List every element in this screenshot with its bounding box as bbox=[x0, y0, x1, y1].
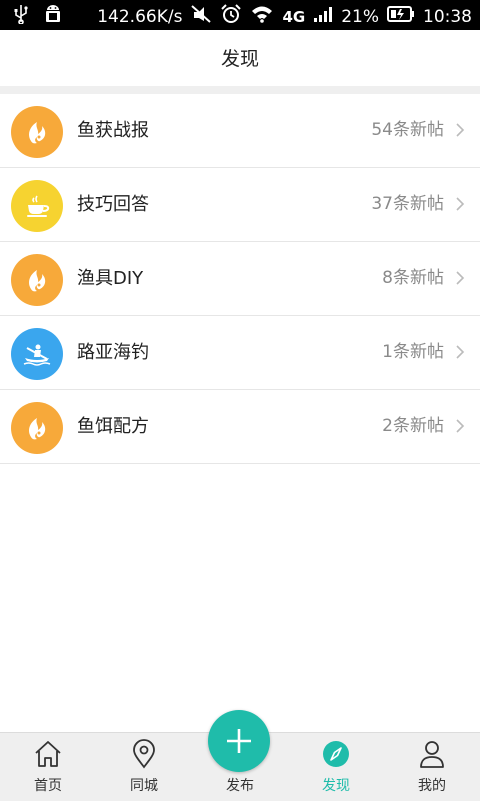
page-title-bar: 发现 bbox=[0, 30, 480, 86]
fish-icon bbox=[11, 106, 63, 158]
plus-icon bbox=[227, 729, 251, 753]
list-item-tips-qa[interactable]: 技巧回答 37条新帖 bbox=[0, 168, 480, 242]
status-bar: 142.66K/s 4G 21% 10:38 bbox=[0, 0, 480, 30]
chevron-right-icon bbox=[456, 419, 465, 433]
location-pin-icon bbox=[133, 739, 155, 769]
discover-list: 鱼获战报 54条新帖 技巧回答 37条新帖 渔具DIY 8条新帖 路亚海钓 1条… bbox=[0, 94, 480, 464]
new-post-count: 2条新帖 bbox=[382, 416, 444, 436]
kayak-icon bbox=[11, 328, 63, 380]
nav-mine[interactable]: 我的 bbox=[384, 733, 480, 801]
nav-city[interactable]: 同城 bbox=[96, 733, 192, 801]
new-post-count: 54条新帖 bbox=[371, 120, 444, 140]
chevron-right-icon bbox=[456, 271, 465, 285]
home-icon bbox=[35, 741, 61, 767]
fish-icon bbox=[11, 254, 63, 306]
user-icon bbox=[420, 741, 444, 768]
list-item-label: 路亚海钓 bbox=[77, 342, 149, 363]
nav-city-label: 同城 bbox=[130, 778, 158, 794]
chevron-right-icon bbox=[456, 123, 465, 137]
list-item-lure-sea-fishing[interactable]: 路亚海钓 1条新帖 bbox=[0, 316, 480, 390]
battery-icon bbox=[387, 5, 415, 28]
signal-icon bbox=[313, 4, 333, 29]
new-post-count: 8条新帖 bbox=[382, 268, 444, 288]
list-item-bait-recipe[interactable]: 鱼饵配方 2条新帖 bbox=[0, 390, 480, 464]
new-post-count: 1条新帖 bbox=[382, 342, 444, 362]
clock-time: 10:38 bbox=[423, 6, 472, 27]
section-divider bbox=[0, 86, 480, 94]
chevron-right-icon bbox=[456, 345, 465, 359]
mute-icon bbox=[190, 4, 212, 29]
nav-mine-label: 我的 bbox=[418, 778, 446, 794]
battery-percent: 21% bbox=[341, 6, 379, 27]
network-speed: 142.66K/s bbox=[97, 6, 183, 27]
chevron-right-icon bbox=[456, 197, 465, 211]
network-type: 4G bbox=[282, 7, 306, 26]
wifi-icon bbox=[250, 4, 274, 29]
android-icon bbox=[44, 4, 62, 29]
list-item-gear-diy[interactable]: 渔具DIY 8条新帖 bbox=[0, 242, 480, 316]
nav-discover-label: 发现 bbox=[322, 778, 350, 794]
compass-icon bbox=[323, 741, 349, 767]
list-item-label: 鱼饵配方 bbox=[77, 416, 149, 437]
nav-discover[interactable]: 发现 bbox=[288, 733, 384, 801]
cup-icon bbox=[11, 180, 63, 232]
nav-home-label: 首页 bbox=[34, 778, 62, 794]
nav-publish-label: 发布 bbox=[226, 778, 254, 794]
nav-home[interactable]: 首页 bbox=[0, 733, 96, 801]
list-item-label: 渔具DIY bbox=[77, 268, 144, 289]
usb-icon bbox=[14, 4, 28, 29]
fish-icon bbox=[11, 402, 63, 454]
list-item-fishing-report[interactable]: 鱼获战报 54条新帖 bbox=[0, 94, 480, 168]
page-title: 发现 bbox=[220, 48, 259, 70]
alarm-icon bbox=[220, 4, 242, 29]
list-item-label: 鱼获战报 bbox=[77, 120, 149, 141]
publish-button[interactable] bbox=[208, 710, 270, 772]
list-item-label: 技巧回答 bbox=[77, 194, 149, 215]
new-post-count: 37条新帖 bbox=[371, 194, 444, 214]
